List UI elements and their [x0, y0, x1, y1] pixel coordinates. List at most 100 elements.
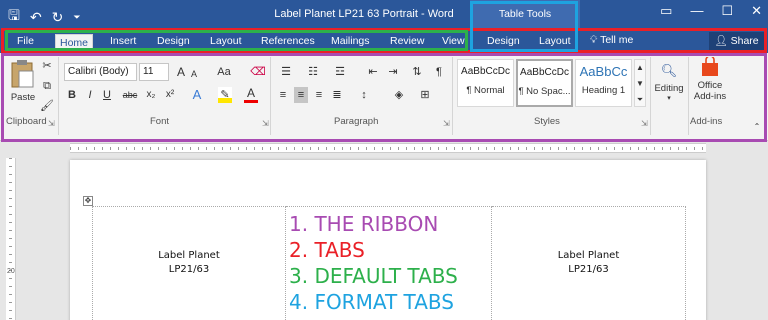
clipboard-launcher-icon[interactable]: ⇲ [48, 119, 55, 128]
borders-icon[interactable]: ⊞ [416, 87, 434, 103]
cut-icon[interactable]: ✂ [40, 58, 54, 74]
horizontal-ruler[interactable] [0, 142, 768, 154]
table-move-handle-icon[interactable]: ✥ [83, 196, 93, 206]
tab-table-layout[interactable]: Layout [535, 33, 575, 51]
sort-icon[interactable]: ⇅ [410, 64, 424, 80]
styles-group-label: Styles [534, 116, 560, 127]
superscript-button[interactable]: x² [163, 87, 177, 103]
underline-button[interactable]: U [101, 87, 113, 103]
font-name-value: Calibri (Body) [68, 66, 129, 77]
show-formatting-icon[interactable]: ¶ [432, 64, 446, 80]
window-controls: ▭ — ☐ ✕ [660, 3, 762, 19]
style-sample: AaBbCcDc [520, 67, 569, 78]
styles-scroll[interactable]: ▲ ▼ ⏷ [634, 59, 646, 107]
addins-label: Add-ins [693, 91, 727, 102]
italic-button[interactable]: I [84, 87, 96, 103]
collapse-ribbon-icon[interactable]: ⌃ [752, 119, 762, 135]
ribbon-tabs: File Home Insert Design Layout Reference… [0, 29, 768, 54]
tab-references[interactable]: References [257, 33, 319, 51]
align-right-icon[interactable]: ≡ [312, 87, 326, 103]
styles-launcher-icon[interactable]: ⇲ [641, 119, 648, 128]
document-page[interactable]: ✥ Label Planet LP21/63 1. THE RIBBON 2. … [70, 160, 706, 320]
style-name: Heading 1 [581, 85, 626, 96]
tab-insert[interactable]: Insert [106, 33, 140, 51]
grow-font-button[interactable]: A [175, 64, 187, 80]
font-launcher-icon[interactable]: ⇲ [262, 119, 269, 128]
increase-indent-icon[interactable]: ⇥ [385, 64, 401, 80]
lightbulb-icon: 💡︎ [590, 34, 601, 46]
strikethrough-button[interactable]: abc [120, 87, 140, 103]
font-size-value: 11 [143, 66, 154, 77]
maximize-icon[interactable]: ☐ [721, 3, 733, 19]
shading-icon[interactable]: ◈ [390, 87, 408, 103]
label-line: LP21/63 [568, 264, 609, 275]
table-cell-middle[interactable]: 1. THE RIBBON 2. TABS 3. DEFAULT TABS 4.… [286, 206, 492, 320]
save-icon[interactable]: 🖫 [8, 5, 20, 29]
tab-table-design[interactable]: Design [483, 33, 524, 51]
shrink-font-button[interactable]: A [189, 66, 199, 82]
tell-me-label: Tell me [600, 34, 634, 46]
clear-formatting-icon[interactable]: ⌫ [250, 64, 266, 80]
vertical-ruler[interactable]: 20 [6, 158, 16, 320]
tab-review[interactable]: Review [386, 33, 428, 51]
tab-layout[interactable]: Layout [206, 33, 246, 51]
clipboard-icon [11, 60, 34, 88]
customize-qat-icon[interactable]: ⏷ [73, 12, 80, 23]
group-divider [650, 57, 651, 135]
font-size-dropdown[interactable]: 11 [139, 63, 169, 81]
multilevel-list-icon[interactable]: ☲ [330, 64, 350, 80]
search-icon: 🔍︎ [660, 63, 678, 78]
annotation-default-tabs: 3. DEFAULT TABS [289, 264, 458, 288]
numbering-icon[interactable]: ☷ [303, 64, 323, 80]
label-line: Label Planet [158, 250, 220, 261]
minimize-icon[interactable]: — [690, 3, 703, 19]
tab-mailings[interactable]: Mailings [327, 33, 374, 51]
line-spacing-icon[interactable]: ↕ [355, 87, 373, 103]
style-heading-1[interactable]: AaBbCc Heading 1 [575, 59, 632, 107]
highlight-color-icon[interactable]: ✎ [218, 87, 232, 103]
tab-file[interactable]: File [13, 33, 38, 51]
format-painter-icon[interactable]: 🖌︎ [40, 98, 54, 114]
style-normal[interactable]: AaBbCcDc ¶ Normal [457, 59, 514, 107]
subscript-button[interactable]: x₂ [144, 87, 158, 103]
undo-icon[interactable]: ↶ [30, 9, 42, 26]
ribbon: Paste ✂ ⧉ 🖌︎ Clipboard ⇲ Calibri (Body) … [0, 53, 768, 141]
bullets-icon[interactable]: ☰ [276, 64, 296, 80]
change-case-button[interactable]: Aa [215, 64, 233, 80]
font-name-dropdown[interactable]: Calibri (Body) [64, 63, 137, 81]
table-cell-left[interactable]: Label Planet LP21/63 [92, 206, 286, 320]
share-button[interactable]: 👤︎ Share [709, 32, 764, 51]
ruler-bar [70, 143, 706, 153]
chevron-down-icon: ▾ [667, 95, 671, 102]
office-addins-button[interactable]: Office Add-ins [690, 55, 730, 102]
text-effects-button[interactable]: A [190, 87, 204, 103]
close-icon[interactable]: ✕ [751, 3, 762, 19]
font-color-button[interactable]: A [244, 87, 258, 103]
tab-design[interactable]: Design [153, 33, 194, 51]
clipboard-group-label: Clipboard [6, 116, 47, 127]
style-no-spacing[interactable]: AaBbCcDc ¶ No Spac... [516, 59, 573, 107]
tab-view[interactable]: View [438, 33, 469, 51]
copy-icon[interactable]: ⧉ [40, 78, 54, 94]
style-name: ¶ No Spac... [518, 86, 571, 97]
justify-icon[interactable]: ≣ [330, 87, 344, 103]
font-group-label: Font [150, 116, 170, 127]
redo-icon[interactable]: ↻ [52, 9, 64, 26]
decrease-indent-icon[interactable]: ⇤ [365, 64, 381, 80]
table-tools-title: Table Tools [498, 8, 552, 20]
bold-button[interactable]: B [66, 87, 78, 103]
tab-home[interactable]: Home [55, 34, 94, 54]
paragraph-launcher-icon[interactable]: ⇲ [443, 119, 450, 128]
editing-label: Editing [654, 83, 684, 94]
editing-button[interactable]: 🔍︎ Editing ▾ [652, 59, 686, 102]
align-left-icon[interactable]: ≡ [276, 87, 290, 103]
table-cell-right[interactable]: Label Planet LP21/63 [492, 206, 686, 320]
quick-access-toolbar: 🖫 ↶ ↻ ⏷ [8, 5, 81, 29]
share-label: Share [730, 35, 759, 47]
ribbon-display-icon[interactable]: ▭ [660, 3, 672, 19]
paste-button[interactable]: Paste [8, 59, 38, 103]
group-divider [688, 57, 689, 135]
align-center-icon[interactable]: ≡ [294, 87, 308, 103]
tell-me-box[interactable]: 💡︎ Tell me [590, 34, 633, 47]
annotation-format-tabs: 4. FORMAT TABS [289, 290, 454, 314]
